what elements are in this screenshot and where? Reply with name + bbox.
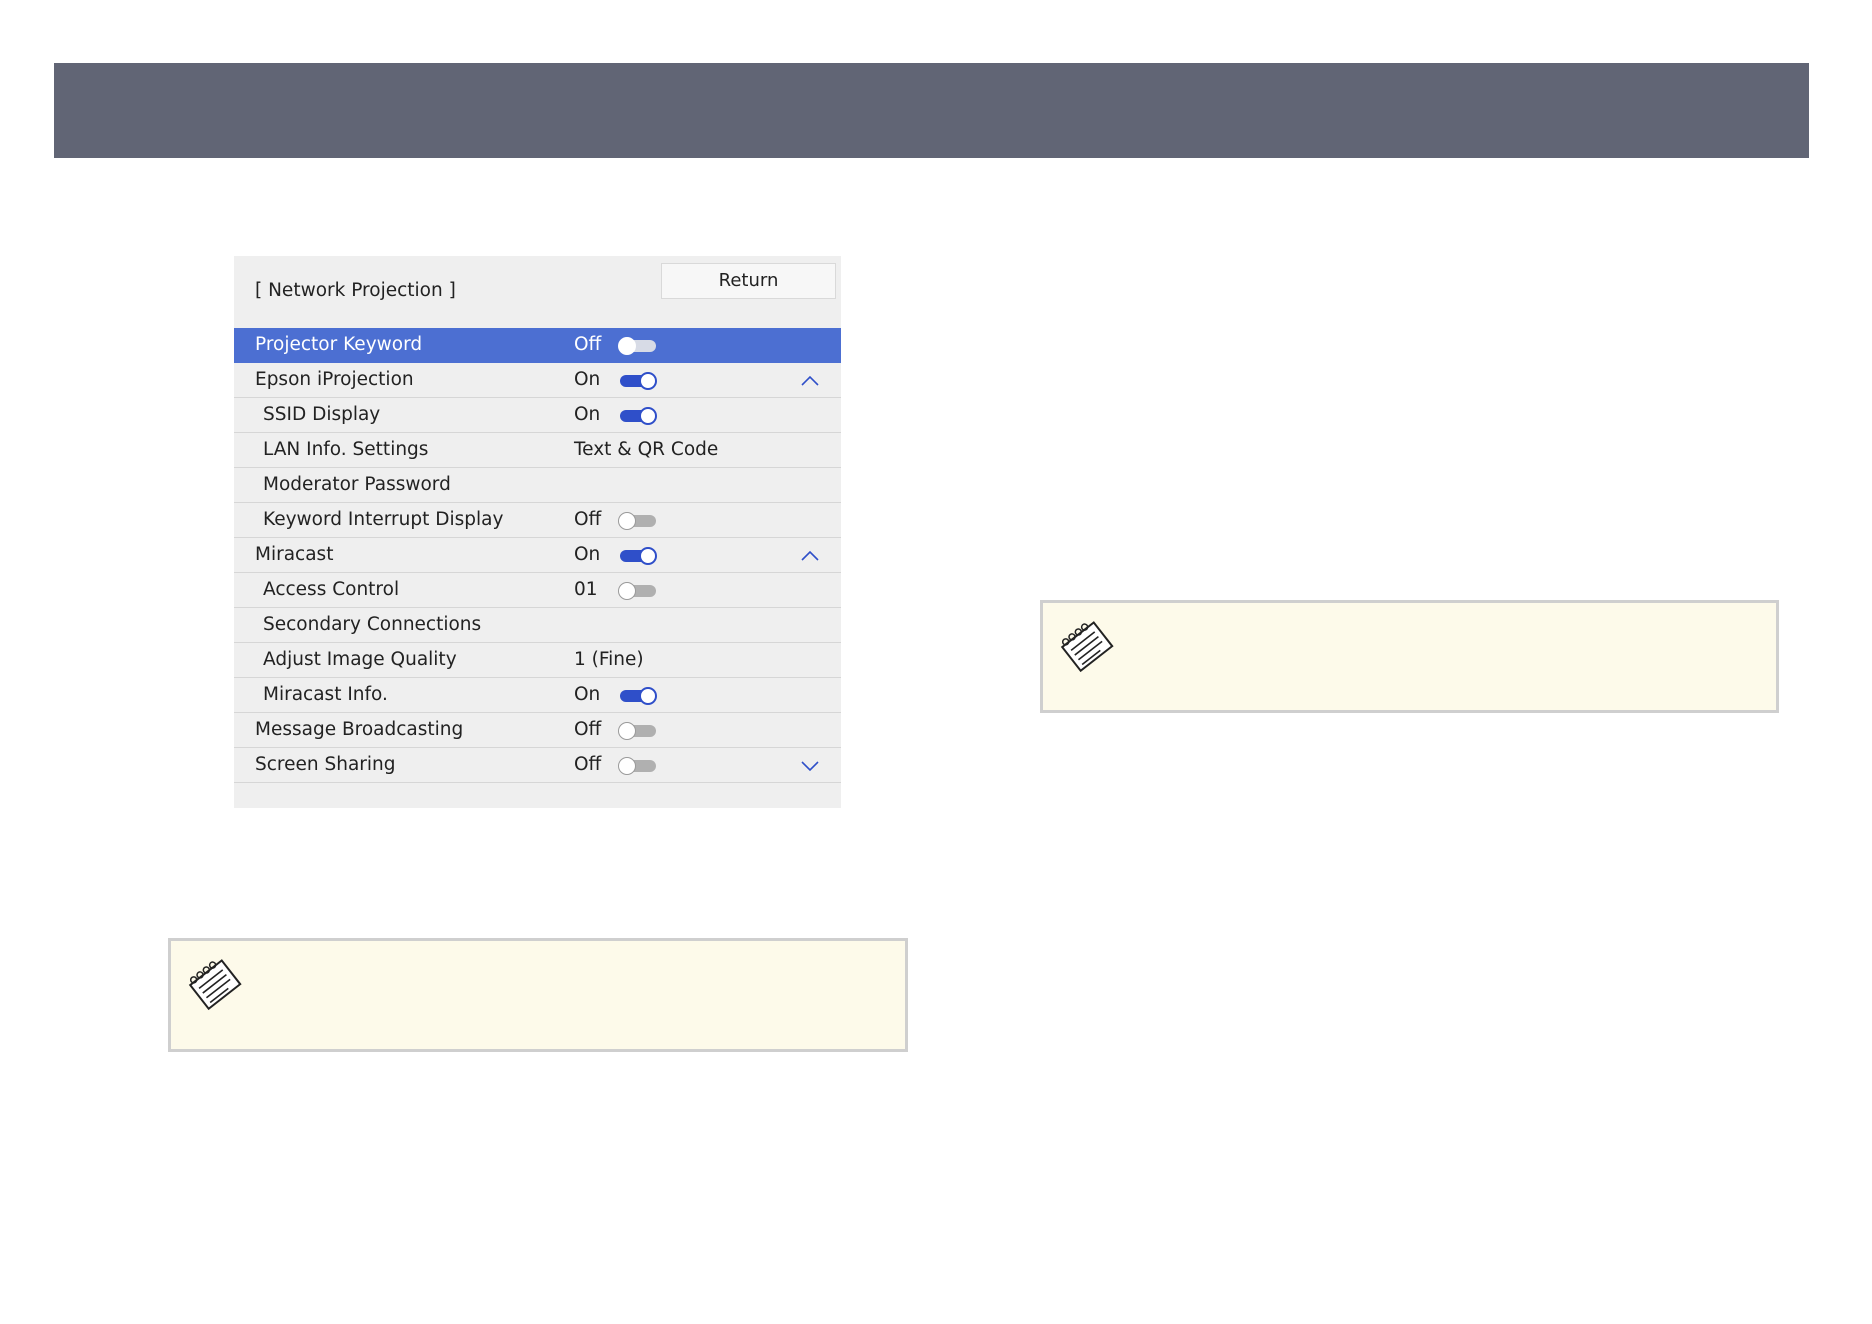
- menu-row-miracast[interactable]: Miracast On: [234, 538, 841, 573]
- row-label: LAN Info. Settings: [263, 439, 429, 460]
- row-value: 1 (Fine): [574, 649, 644, 670]
- miracast-info-toggle[interactable]: [618, 686, 658, 706]
- row-label: Adjust Image Quality: [263, 649, 457, 670]
- miracast-toggle[interactable]: [618, 546, 658, 566]
- row-label: Screen Sharing: [255, 754, 396, 775]
- row-value: On: [574, 404, 601, 425]
- epson-iprojection-toggle[interactable]: [618, 371, 658, 391]
- down-chevron-icon[interactable]: [800, 756, 820, 776]
- row-label: Keyword Interrupt Display: [263, 509, 504, 530]
- access-control-toggle[interactable]: [618, 581, 658, 601]
- row-label: Access Control: [263, 579, 400, 600]
- menu-row-screen-sharing[interactable]: Screen Sharing Off: [234, 748, 841, 783]
- row-label: Message Broadcasting: [255, 719, 464, 740]
- note-box-left: [168, 938, 908, 1052]
- row-label: Miracast Info.: [263, 684, 388, 705]
- menu-row-miracast-info[interactable]: Miracast Info. On: [234, 678, 841, 713]
- menu-row-moderator-password[interactable]: Moderator Password: [234, 468, 841, 503]
- menu-row-ssid-display[interactable]: SSID Display On: [234, 398, 841, 433]
- row-value: 01: [574, 579, 598, 600]
- network-projection-menu: [ Network Projection ] Return Projector …: [234, 256, 841, 808]
- row-value: Off: [574, 719, 602, 740]
- menu-row-access-control[interactable]: Access Control 01: [234, 573, 841, 608]
- row-label: Epson iProjection: [255, 369, 414, 390]
- memo-note-icon: [1060, 621, 1114, 673]
- row-label: Miracast: [255, 544, 334, 565]
- row-value: Off: [574, 334, 602, 355]
- row-label: Moderator Password: [263, 474, 451, 495]
- menu-row-keyword-interrupt-display[interactable]: Keyword Interrupt Display Off: [234, 503, 841, 538]
- row-label: Secondary Connections: [263, 614, 482, 635]
- menu-row-projector-keyword[interactable]: Projector Keyword Off: [234, 328, 841, 363]
- note-box-right: [1040, 600, 1779, 713]
- menu-row-lan-info-settings[interactable]: LAN Info. Settings Text & QR Code: [234, 433, 841, 468]
- menu-row-epson-iprojection[interactable]: Epson iProjection On: [234, 363, 841, 398]
- ssid-display-toggle[interactable]: [618, 406, 658, 426]
- row-value: On: [574, 544, 601, 565]
- screen-sharing-toggle[interactable]: [618, 756, 658, 776]
- menu-title: [ Network Projection ]: [255, 280, 456, 301]
- row-value: On: [574, 684, 601, 705]
- header-banner: [54, 63, 1809, 158]
- menu-row-message-broadcasting[interactable]: Message Broadcasting Off: [234, 713, 841, 748]
- row-value: On: [574, 369, 601, 390]
- row-label: Projector Keyword: [255, 334, 423, 355]
- menu-row-secondary-connections[interactable]: Secondary Connections: [234, 608, 841, 643]
- up-chevron-icon[interactable]: [800, 546, 820, 566]
- projector-keyword-toggle[interactable]: [618, 336, 658, 356]
- row-value: Off: [574, 509, 602, 530]
- menu-header: [ Network Projection ] Return: [234, 256, 841, 328]
- keyword-interrupt-display-toggle[interactable]: [618, 511, 658, 531]
- row-label: SSID Display: [263, 404, 381, 425]
- menu-row-adjust-image-quality[interactable]: Adjust Image Quality 1 (Fine): [234, 643, 841, 678]
- return-button[interactable]: Return: [661, 263, 836, 299]
- up-chevron-icon[interactable]: [800, 371, 820, 391]
- row-value: Off: [574, 754, 602, 775]
- memo-note-icon: [188, 959, 242, 1011]
- row-value: Text & QR Code: [574, 439, 719, 460]
- message-broadcasting-toggle[interactable]: [618, 721, 658, 741]
